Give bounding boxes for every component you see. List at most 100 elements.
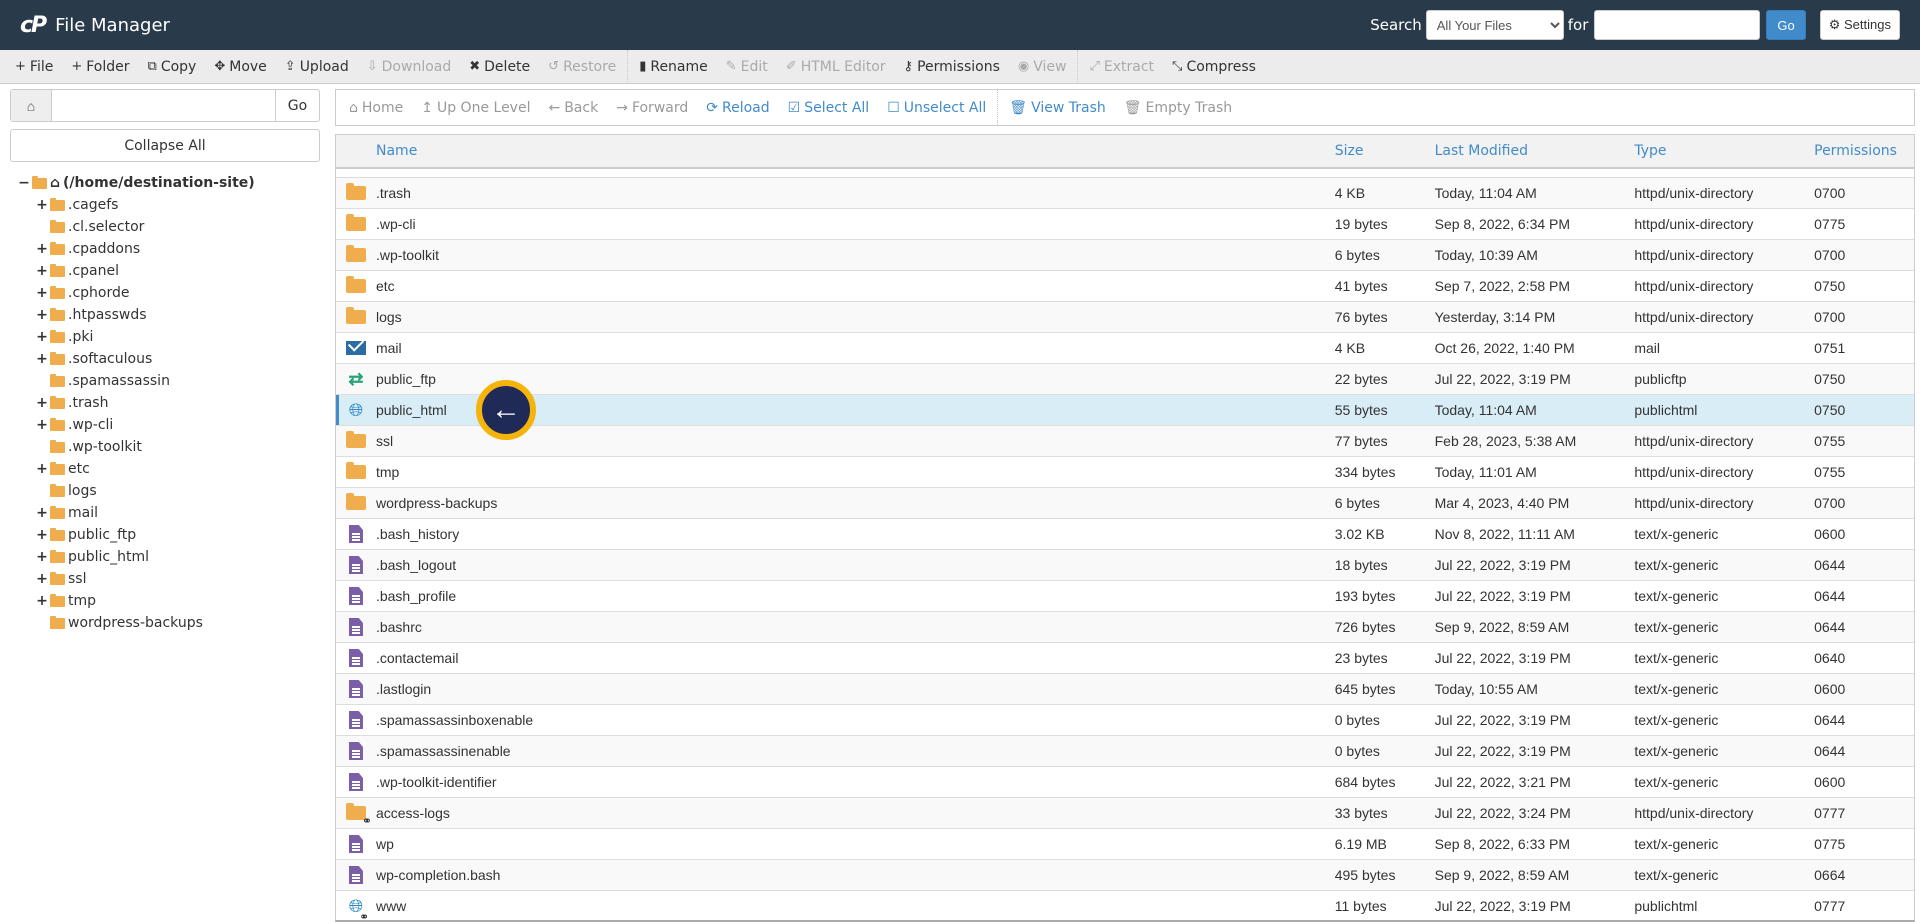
file-name[interactable]: .bash_history — [376, 526, 1335, 542]
file-name[interactable]: .wp-toolkit-identifier — [376, 774, 1335, 790]
tree-item[interactable]: wordpress-backups — [10, 612, 320, 634]
forward-button[interactable]: → Forward — [607, 100, 697, 116]
table-row-partial[interactable] — [336, 169, 1914, 178]
tree-item[interactable]: .spamassassin — [10, 370, 320, 392]
rename-button[interactable]: ▮ Rename — [630, 59, 717, 75]
file-name[interactable]: mail — [376, 340, 1335, 356]
column-type[interactable]: Type — [1634, 143, 1814, 159]
path-input[interactable] — [52, 90, 275, 121]
table-row[interactable]: .bash_logout 18 bytes Jul 22, 2022, 3:19… — [336, 550, 1914, 581]
table-row[interactable]: .bash_profile 193 bytes Jul 22, 2022, 3:… — [336, 581, 1914, 612]
file-name[interactable]: www — [376, 898, 1335, 914]
table-row[interactable]: .lastlogin 645 bytes Today, 10:55 AM tex… — [336, 674, 1914, 705]
back-button[interactable]: ← Back — [539, 100, 607, 116]
permissions-button[interactable]: ⚷ Permissions — [895, 59, 1009, 75]
file-name[interactable]: .trash — [376, 185, 1335, 201]
home-icon[interactable]: ⌂ — [11, 90, 52, 121]
table-row[interactable]: .spamassassinenable 0 bytes Jul 22, 2022… — [336, 736, 1914, 767]
file-name[interactable]: .lastlogin — [376, 681, 1335, 697]
tree-item[interactable]: + .softaculous — [10, 348, 320, 370]
expand-toggle-icon[interactable]: + — [36, 461, 48, 477]
tree-item[interactable]: + tmp — [10, 590, 320, 612]
table-row[interactable]: .spamassassinboxenable 0 bytes Jul 22, 2… — [336, 705, 1914, 736]
tree-item[interactable]: + .pki — [10, 326, 320, 348]
table-row[interactable]: 🌐︎ public_html 55 bytes Today, 11:04 AM … — [336, 395, 1914, 426]
table-row[interactable]: .wp-toolkit-identifier 684 bytes Jul 22,… — [336, 767, 1914, 798]
search-input[interactable] — [1594, 10, 1761, 40]
html-editor-button[interactable]: ✐ HTML Editor — [777, 59, 895, 75]
tree-item[interactable]: + .cphorde — [10, 282, 320, 304]
tree-item[interactable]: + .cpanel — [10, 260, 320, 282]
file-name[interactable]: etc — [376, 278, 1335, 294]
copy-button[interactable]: ⧉ Copy — [139, 59, 206, 75]
select-all-button[interactable]: ☑ Select All — [779, 100, 879, 116]
table-row[interactable]: .bashrc 726 bytes Sep 9, 2022, 8:59 AM t… — [336, 612, 1914, 643]
table-row[interactable]: ssl 77 bytes Feb 28, 2023, 5:38 AM httpd… — [336, 426, 1914, 457]
expand-toggle-icon[interactable]: + — [36, 263, 48, 279]
file-name[interactable]: .wp-toolkit — [376, 247, 1335, 263]
file-name[interactable]: wp — [376, 836, 1335, 852]
download-button[interactable]: ⇩ Download — [358, 59, 461, 75]
table-row[interactable]: logs 76 bytes Yesterday, 3:14 PM httpd/u… — [336, 302, 1914, 333]
file-name[interactable]: wp-completion.bash — [376, 867, 1335, 883]
expand-toggle-icon[interactable]: + — [36, 527, 48, 543]
tree-item[interactable]: + .cagefs — [10, 194, 320, 216]
table-row[interactable]: 🌐︎ www 11 bytes Jul 22, 2022, 3:19 PM pu… — [336, 891, 1914, 920]
edit-button[interactable]: ✎ Edit — [717, 59, 777, 75]
expand-toggle-icon[interactable]: + — [36, 241, 48, 257]
table-row[interactable]: wp-completion.bash 495 bytes Sep 9, 2022… — [336, 860, 1914, 891]
restore-button[interactable]: ↺ Restore — [539, 59, 625, 75]
expand-toggle-icon[interactable]: + — [36, 417, 48, 433]
table-row[interactable]: access-logs 33 bytes Jul 22, 2022, 3:24 … — [336, 798, 1914, 829]
collapse-toggle-icon[interactable]: − — [18, 175, 30, 191]
unselect-all-button[interactable]: ☐ Unselect All — [878, 100, 995, 116]
expand-toggle-icon[interactable]: + — [36, 285, 48, 301]
table-row[interactable]: etc 41 bytes Sep 7, 2022, 2:58 PM httpd/… — [336, 271, 1914, 302]
up-one-level-button[interactable]: ↥ Up One Level — [412, 100, 539, 116]
tree-item[interactable]: + mail — [10, 502, 320, 524]
search-scope-select[interactable]: All Your Files — [1425, 10, 1564, 40]
compress-button[interactable]: ⤡ Compress — [1163, 59, 1265, 75]
tree-root[interactable]: − ⌂ (/home/destination-site) — [10, 172, 320, 194]
settings-button[interactable]: ⚙ Settings — [1819, 10, 1900, 40]
tree-item[interactable]: + .wp-cli — [10, 414, 320, 436]
file-name[interactable]: .bashrc — [376, 619, 1335, 635]
column-last-modified[interactable]: Last Modified — [1435, 143, 1635, 159]
new-file-button[interactable]: + File — [6, 59, 62, 75]
table-row[interactable]: .bash_history 3.02 KB Nov 8, 2022, 11:11… — [336, 519, 1914, 550]
table-row[interactable]: .trash 4 KB Today, 11:04 AM httpd/unix-d… — [336, 178, 1914, 209]
file-name[interactable]: .contactemail — [376, 650, 1335, 666]
file-name[interactable]: .bash_profile — [376, 588, 1335, 604]
move-button[interactable]: ✥ Move — [205, 59, 275, 75]
column-name[interactable]: Name — [336, 143, 1335, 159]
tree-item[interactable]: + .cpaddons — [10, 238, 320, 260]
tree-item[interactable]: logs — [10, 480, 320, 502]
tree-item[interactable]: + etc — [10, 458, 320, 480]
delete-button[interactable]: ✖ Delete — [460, 59, 539, 75]
file-name[interactable]: .bash_logout — [376, 557, 1335, 573]
tree-item[interactable]: + public_html — [10, 546, 320, 568]
empty-trash-button[interactable]: 🗑 Empty Trash — [1115, 100, 1241, 116]
table-row[interactable]: wordpress-backups 6 bytes Mar 4, 2023, 4… — [336, 488, 1914, 519]
expand-toggle-icon[interactable]: + — [36, 351, 48, 367]
expand-toggle-icon[interactable]: + — [36, 549, 48, 565]
tree-item[interactable]: + .trash — [10, 392, 320, 414]
file-name[interactable]: tmp — [376, 464, 1335, 480]
file-name[interactable]: wordpress-backups — [376, 495, 1335, 511]
reload-button[interactable]: ⟳ Reload — [697, 100, 778, 116]
home-button[interactable]: ⌂ Home — [340, 100, 412, 116]
expand-toggle-icon[interactable]: + — [36, 593, 48, 609]
table-row[interactable]: .wp-toolkit 6 bytes Today, 10:39 AM http… — [336, 240, 1914, 271]
tree-item[interactable]: .wp-toolkit — [10, 436, 320, 458]
tree-item[interactable]: + .htpasswds — [10, 304, 320, 326]
path-go-button[interactable]: Go — [275, 90, 319, 121]
search-go-button[interactable]: Go — [1766, 10, 1806, 40]
table-row[interactable]: mail 4 KB Oct 26, 2022, 1:40 PM mail 075… — [336, 333, 1914, 364]
expand-toggle-icon[interactable]: + — [36, 395, 48, 411]
table-row[interactable]: tmp 334 bytes Today, 11:01 AM httpd/unix… — [336, 457, 1914, 488]
table-row[interactable]: .contactemail 23 bytes Jul 22, 2022, 3:1… — [336, 643, 1914, 674]
view-button[interactable]: ◉ View — [1009, 59, 1076, 75]
file-name[interactable]: .wp-cli — [376, 216, 1335, 232]
file-name[interactable]: logs — [376, 309, 1335, 325]
column-size[interactable]: Size — [1335, 143, 1435, 159]
